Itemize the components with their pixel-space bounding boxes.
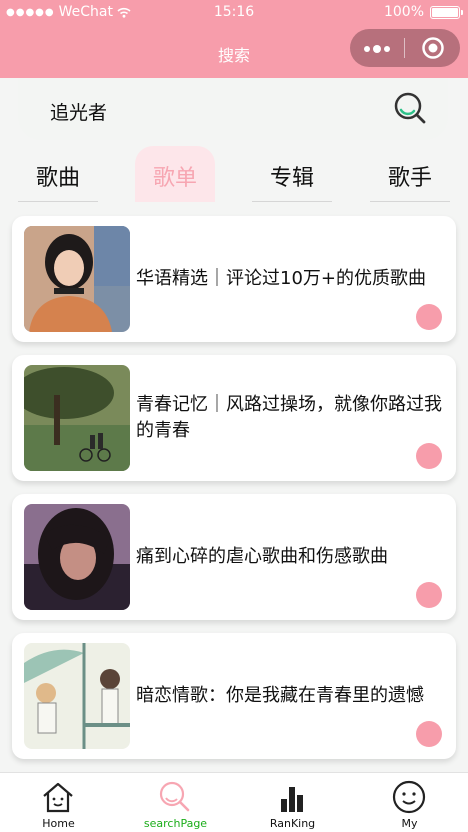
tabbar-item-search[interactable]: searchPage <box>117 773 234 832</box>
search-input[interactable]: 追光者 <box>50 98 107 125</box>
search-icon <box>159 781 190 812</box>
tree-bicycle-cover <box>24 365 130 471</box>
tabbar-label: RanKing <box>269 817 316 830</box>
battery-group: 100% <box>383 4 463 20</box>
tab-albums[interactable]: 专辑 <box>252 146 332 202</box>
tabbar-label: My <box>401 817 418 830</box>
search-icon[interactable] <box>392 90 428 126</box>
bottom-tab-bar: Home searchPage RanKing My <box>0 772 468 832</box>
mini-program-capsule <box>350 29 460 67</box>
tab-label: 专辑 <box>269 166 314 191</box>
anime-couple-cover <box>24 643 130 749</box>
playlist-title: 青春记忆｜风路过操场，就像你路过我的青春 <box>136 394 442 441</box>
play-dot-icon[interactable] <box>416 443 442 469</box>
search-bar[interactable]: 追光者 <box>18 78 448 140</box>
tab-label: 歌曲 <box>35 166 80 191</box>
tabbar-label: Home <box>42 817 75 830</box>
play-dot-icon[interactable] <box>416 721 442 747</box>
close-target-icon[interactable] <box>405 36 460 60</box>
play-dot-icon[interactable] <box>416 304 442 330</box>
bar-chart-icon <box>281 787 303 812</box>
smiley-icon <box>392 780 426 814</box>
battery-percent: 100% <box>383 4 424 20</box>
play-dot-icon[interactable] <box>416 582 442 608</box>
category-tabs: 歌曲 歌单 专辑 歌手 <box>0 146 468 204</box>
nav-bar: 搜索 <box>0 26 468 78</box>
tab-playlists[interactable]: 歌单 <box>135 146 215 202</box>
status-bar: ●●●●● WeChat 15:16 100% <box>0 0 468 26</box>
tab-underline <box>252 201 332 202</box>
tab-underline <box>370 201 450 202</box>
dark-portrait-cover <box>24 504 130 610</box>
tab-label: 歌手 <box>387 166 432 191</box>
battery-icon <box>430 5 463 19</box>
playlist-card[interactable]: 痛到心碎的虐心歌曲和伤感歌曲 <box>12 494 456 620</box>
tabbar-item-home[interactable]: Home <box>0 773 117 832</box>
more-dots-icon[interactable] <box>350 38 404 59</box>
tabbar-item-my[interactable]: My <box>351 773 468 832</box>
playlist-card[interactable]: 暗恋情歌：你是我藏在青春里的遗憾 <box>12 633 456 759</box>
playlist-title: 暗恋情歌：你是我藏在青春里的遗憾 <box>136 685 424 706</box>
tab-label: 歌单 <box>152 166 197 191</box>
playlist-title: 痛到心碎的虐心歌曲和伤感歌曲 <box>136 546 388 567</box>
tab-artists[interactable]: 歌手 <box>370 146 450 202</box>
playlist-title: 华语精选｜评论过10万+的优质歌曲 <box>136 268 426 289</box>
tab-underline <box>18 201 98 202</box>
home-icon <box>43 782 73 813</box>
tab-songs[interactable]: 歌曲 <box>18 146 98 202</box>
tabbar-item-ranking[interactable]: RanKing <box>234 773 351 832</box>
playlist-card[interactable]: 华语精选｜评论过10万+的优质歌曲 <box>12 216 456 342</box>
tabbar-label: searchPage <box>143 817 208 830</box>
playlist-card[interactable]: 青春记忆｜风路过操场，就像你路过我的青春 <box>12 355 456 481</box>
girl-portrait-cover <box>24 226 130 332</box>
